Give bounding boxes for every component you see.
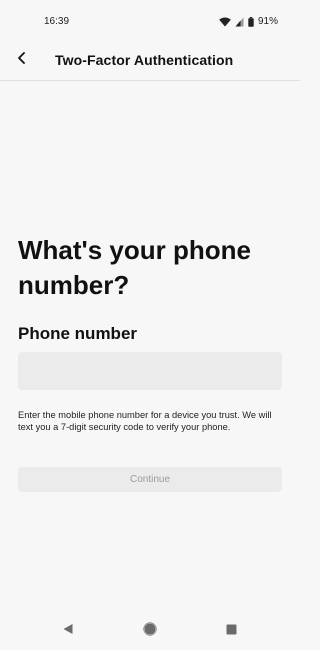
nav-recents-button[interactable]: [222, 622, 240, 640]
nav-recents-icon: [226, 622, 237, 640]
nav-back-icon: [62, 622, 74, 640]
status-bar: 16:39 91%: [0, 0, 300, 40]
page-title: Two-Factor Authentication: [55, 52, 234, 68]
nav-home-button[interactable]: [141, 621, 159, 641]
status-icons: 91%: [219, 16, 278, 27]
nav-back-button[interactable]: [59, 622, 77, 640]
system-nav-bar: [0, 612, 300, 650]
battery-icon: [248, 16, 254, 27]
status-time: 16:39: [44, 16, 70, 27]
chevron-left-icon: [17, 51, 27, 69]
main-heading: What's your phone number?: [18, 235, 251, 300]
help-text: Enter the mobile phone number for a devi…: [18, 410, 272, 432]
app-bar: Two-Factor Authentication: [0, 40, 300, 81]
nav-home-icon: [143, 621, 157, 641]
signal-icon: [235, 17, 244, 27]
continue-button[interactable]: Continue: [18, 467, 282, 492]
battery-percent: 91%: [257, 16, 278, 27]
phone-number-input[interactable]: [18, 352, 282, 390]
back-button[interactable]: [10, 48, 34, 72]
phone-number-label: Phone number: [18, 324, 138, 343]
wifi-icon: [219, 16, 231, 27]
